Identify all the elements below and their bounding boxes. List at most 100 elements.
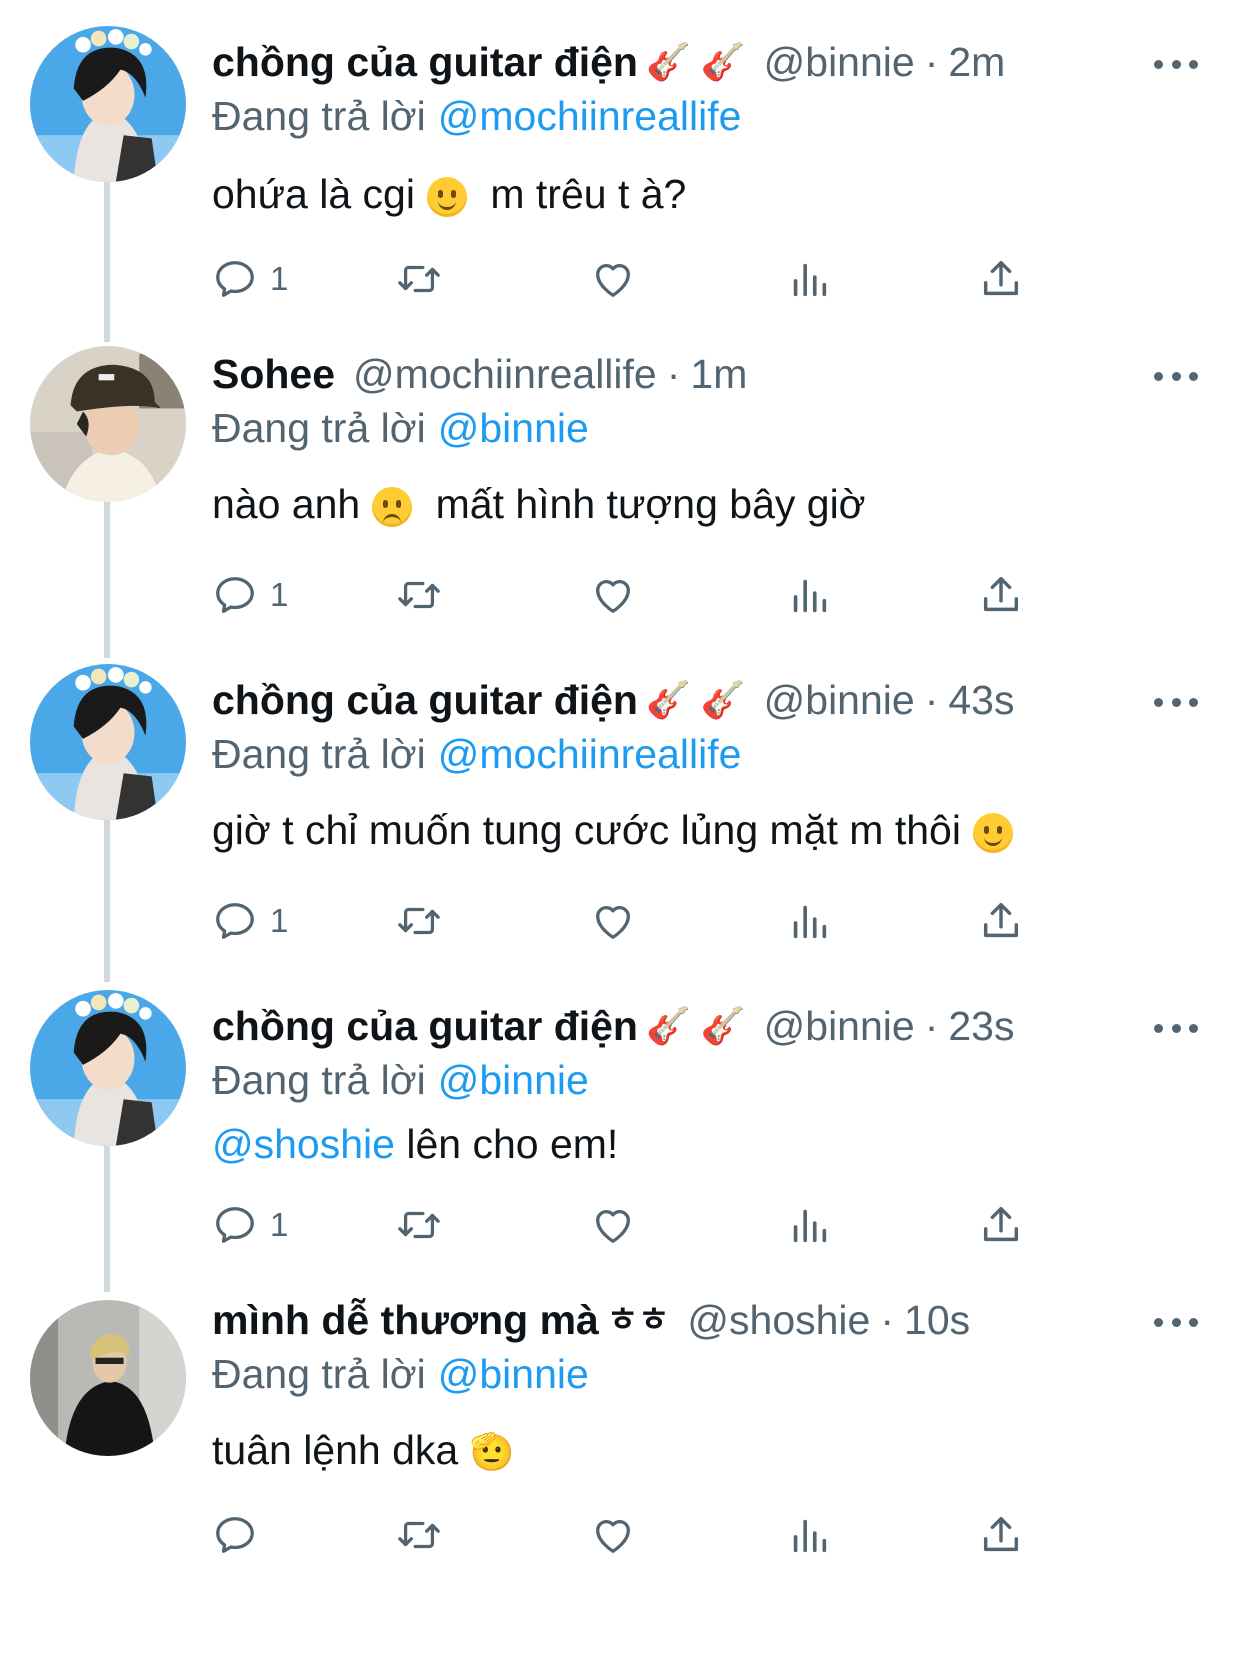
reply-button[interactable]: 1 — [212, 570, 288, 620]
views-button[interactable] — [786, 570, 832, 620]
reply-button[interactable]: 1 — [212, 254, 288, 304]
tweet-header: chồng của guitar điện 🎸 🎸 @binnie · 23s — [212, 998, 1014, 1054]
share-button[interactable] — [978, 1510, 1024, 1560]
handle[interactable]: @binnie — [764, 998, 915, 1054]
avatar-image — [30, 664, 186, 820]
heart-icon — [596, 1210, 630, 1243]
retweet-button[interactable] — [396, 254, 442, 304]
display-name[interactable]: Sohee — [212, 346, 335, 402]
replying-to: Đang trả lời @mochiinreallife — [212, 726, 741, 782]
share-icon — [983, 1516, 1019, 1552]
separator: · — [666, 351, 681, 397]
like-button[interactable] — [590, 1510, 636, 1560]
slight-smile-emoji — [426, 177, 467, 218]
tweet-text-part: m trêu t à? — [490, 171, 687, 217]
reply-button[interactable] — [212, 1510, 270, 1560]
replying-to-label: Đang trả lời — [212, 731, 426, 777]
tweet-actions: 1 — [212, 570, 1092, 620]
more-icon[interactable] — [1154, 370, 1198, 382]
replying-to-mention[interactable]: @binnie — [438, 1057, 589, 1103]
retweet-button[interactable] — [396, 570, 442, 620]
like-button[interactable] — [590, 1200, 636, 1250]
avatar-image — [30, 346, 186, 502]
share-button[interactable] — [978, 570, 1024, 620]
avatar[interactable] — [30, 346, 186, 502]
share-icon — [983, 1206, 1019, 1242]
reply-count: 1 — [270, 902, 289, 939]
avatar[interactable] — [30, 664, 186, 820]
salute-emoji: 🫡 — [469, 1431, 515, 1472]
timestamp[interactable]: 10s — [904, 1292, 970, 1348]
reply-icon — [216, 1207, 254, 1243]
like-button[interactable] — [590, 570, 636, 620]
display-name[interactable]: chồng của guitar điện — [212, 672, 638, 728]
tweet-header: chồng của guitar điện 🎸 🎸 @binnie · 2m — [212, 34, 1005, 90]
reply-button[interactable]: 1 — [212, 1200, 288, 1250]
replying-to: Đang trả lời @mochiinreallife — [212, 88, 741, 144]
replying-to-mention[interactable]: @mochiinreallife — [438, 731, 742, 777]
like-button[interactable] — [590, 254, 636, 304]
replying-to-mention[interactable]: @binnie — [438, 405, 589, 451]
retweet-icon — [398, 907, 440, 935]
tweet-text-part: ohứa là cgi — [212, 171, 415, 217]
handle[interactable]: @binnie — [764, 672, 915, 728]
timestamp[interactable]: 2m — [948, 34, 1005, 90]
tweet-actions — [212, 1510, 1092, 1560]
replying-to-label: Đang trả lời — [212, 1057, 426, 1103]
more-icon[interactable] — [1154, 1022, 1198, 1034]
retweet-button[interactable] — [396, 896, 442, 946]
retweet-button[interactable] — [396, 1200, 442, 1250]
tweet[interactable]: chồng của guitar điện 🎸 🎸 @binnie · 43s … — [0, 664, 1242, 972]
tweet[interactable]: chồng của guitar điện 🎸 🎸 @binnie · 23s … — [0, 990, 1242, 1298]
more-icon[interactable] — [1154, 58, 1198, 70]
views-button[interactable] — [786, 1200, 832, 1250]
tweet-text-part: giờ t chỉ muốn tung cước lủng mặt m thôi — [212, 807, 961, 853]
tweet-text-part: nào anh — [212, 481, 361, 527]
retweet-button[interactable] — [396, 1510, 442, 1560]
share-button[interactable] — [978, 896, 1024, 946]
views-button[interactable] — [786, 896, 832, 946]
tweet[interactable]: chồng của guitar điện 🎸 🎸 @binnie · 2m Đ… — [0, 26, 1242, 334]
display-name[interactable]: chồng của guitar điện — [212, 998, 638, 1054]
avatar[interactable] — [30, 990, 186, 1146]
display-name[interactable]: chồng của guitar điện — [212, 34, 638, 90]
avatar-image — [30, 26, 186, 182]
views-button[interactable] — [786, 254, 832, 304]
reply-icon — [216, 577, 254, 613]
replying-to-label: Đang trả lời — [212, 405, 426, 451]
share-button[interactable] — [978, 1200, 1024, 1250]
replying-to-mention[interactable]: @binnie — [438, 1351, 589, 1397]
views-button[interactable] — [786, 1510, 832, 1560]
separator: · — [880, 1297, 895, 1343]
more-icon[interactable] — [1154, 1316, 1198, 1328]
reply-button[interactable]: 1 — [212, 896, 288, 946]
handle[interactable]: @shoshie — [687, 1292, 870, 1348]
timestamp[interactable]: 43s — [948, 672, 1014, 728]
tweet-header: Sohee @mochiinreallife · 1m — [212, 346, 747, 402]
retweet-icon — [398, 1211, 440, 1239]
replying-to-mention[interactable]: @mochiinreallife — [438, 93, 742, 139]
handle[interactable]: @mochiinreallife — [353, 346, 657, 402]
retweet-icon — [398, 581, 440, 609]
timestamp[interactable]: 23s — [948, 998, 1014, 1054]
tweet-text-part: lên cho em! — [406, 1121, 619, 1167]
separator: · — [924, 677, 939, 723]
heart-icon — [596, 906, 630, 939]
tweet[interactable]: mình dễ thương mà ㅎㅎ @shoshie · 10s Đang… — [0, 1292, 1242, 1663]
avatar[interactable] — [30, 1300, 186, 1456]
separator: · — [924, 39, 939, 85]
timestamp[interactable]: 1m — [690, 346, 747, 402]
heart-icon — [596, 580, 630, 613]
korean-laugh-text: ㅎㅎ — [606, 1301, 670, 1339]
tweet-text: nào anh mất hình tượng bây giờ — [212, 476, 866, 532]
share-icon — [983, 902, 1019, 938]
text-mention[interactable]: @shoshie — [212, 1121, 395, 1167]
more-icon[interactable] — [1154, 696, 1198, 708]
avatar[interactable] — [30, 26, 186, 182]
display-name[interactable]: mình dễ thương mà — [212, 1292, 599, 1348]
share-button[interactable] — [978, 254, 1024, 304]
avatar-image — [30, 1300, 186, 1456]
tweet[interactable]: Sohee @mochiinreallife · 1m Đang trả lời… — [0, 346, 1242, 646]
like-button[interactable] — [590, 896, 636, 946]
handle[interactable]: @binnie — [764, 34, 915, 90]
